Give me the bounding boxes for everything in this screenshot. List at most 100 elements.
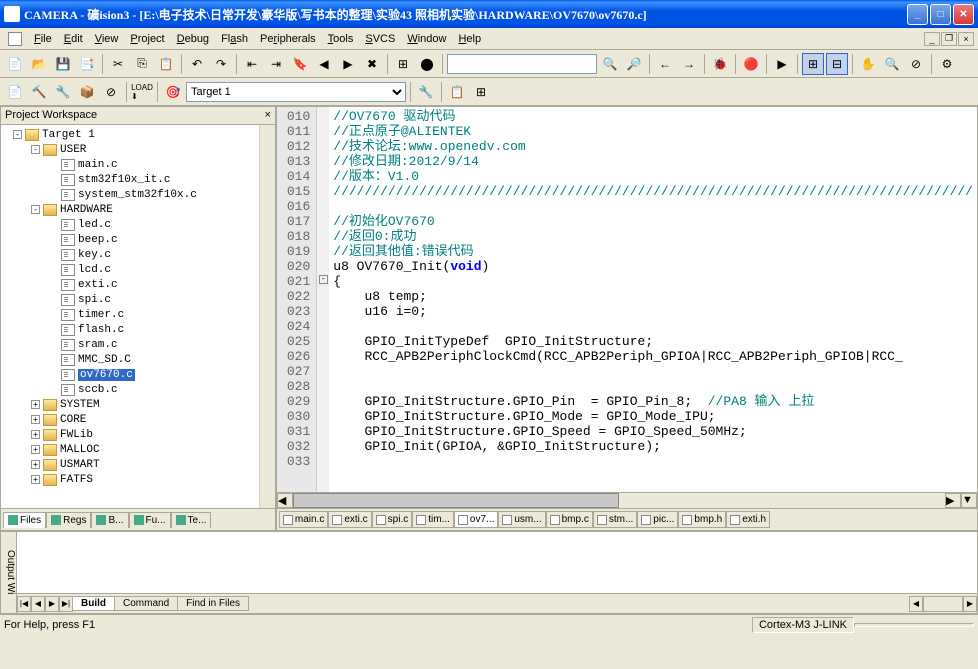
editor-tab-ov7---[interactable]: ov7... [454,511,498,528]
menu-peripherals[interactable]: Peripherals [254,31,322,47]
open-file-button[interactable]: 📂 [28,53,50,75]
indent-left-button[interactable]: ⇤ [241,53,263,75]
tree-item-system_stm32f10x-c[interactable]: system_stm32f10x.c [3,187,273,202]
tree-item-spi-c[interactable]: spi.c [3,292,273,307]
editor-tab-exti-c[interactable]: exti.c [328,511,371,528]
expand-icon[interactable]: + [31,415,40,424]
tree-item-ov7670-c[interactable]: ov7670.c [3,367,273,382]
breakpoint-button[interactable]: ⬤ [416,53,438,75]
editor-tab-spi-c[interactable]: spi.c [372,511,413,528]
debug-button[interactable]: 🐞 [709,53,731,75]
redo-button[interactable]: ↷ [210,53,232,75]
project-tree[interactable]: -Target 1-USERmain.cstm32f10x_it.csystem… [1,125,275,508]
app-menu-icon[interactable] [8,32,22,46]
options-button[interactable]: 🔧 [415,81,437,103]
expand-icon[interactable]: + [31,475,40,484]
menu-svcs[interactable]: SVCS [359,31,401,47]
nav-forward-button[interactable]: → [678,53,700,75]
output-tab-prev-button[interactable]: ◀ [31,596,45,612]
editor-tab-exti-h[interactable]: exti.h [726,511,770,528]
file-ext-button[interactable]: 📋 [446,81,468,103]
tree-vscrollbar[interactable] [259,125,275,508]
output-tab-first-button[interactable]: |◀ [17,596,31,612]
tree-item-FWLib[interactable]: +FWLib [3,427,273,442]
build-button[interactable]: 🔨 [28,81,50,103]
bookmark-prev-button[interactable]: ◀ [313,53,335,75]
bookmark-next-button[interactable]: ▶ [337,53,359,75]
tree-item-FATFS[interactable]: +FATFS [3,472,273,487]
scroll-right-button[interactable]: ▶ [945,493,961,508]
expand-icon[interactable]: - [31,205,40,214]
tree-item-lcd-c[interactable]: lcd.c [3,262,273,277]
output-scroll-left-button[interactable]: ◀ [909,596,923,612]
save-all-button[interactable]: 📑 [76,53,98,75]
new-file-button[interactable]: 📄 [4,53,26,75]
indent-right-button[interactable]: ⇥ [265,53,287,75]
close-button[interactable]: ✕ [953,4,974,25]
workspace-tab-regs[interactable]: Regs [46,512,91,528]
editor-tab-bmp-h[interactable]: bmp.h [678,511,726,528]
undo-button[interactable]: ↶ [186,53,208,75]
workspace-close-button[interactable]: × [264,109,270,122]
expand-icon[interactable]: - [31,145,40,154]
config-button[interactable]: ⚙ [936,53,958,75]
fold-icon[interactable]: - [319,275,328,284]
tree-item-main-c[interactable]: main.c [3,157,273,172]
tree-item-CORE[interactable]: +CORE [3,412,273,427]
tree-item-beep-c[interactable]: beep.c [3,232,273,247]
tree-item-key-c[interactable]: key.c [3,247,273,262]
output-tab-next-button[interactable]: ▶ [45,596,59,612]
stop-button[interactable]: ⊘ [905,53,927,75]
cut-button[interactable]: ✂ [107,53,129,75]
find-button[interactable]: 🔍 [599,53,621,75]
minimize-button[interactable]: _ [907,4,928,25]
tree-item-flash-c[interactable]: flash.c [3,322,273,337]
output-tab-build[interactable]: Build [72,596,115,611]
target-options-button[interactable]: 🎯 [162,81,184,103]
fold-gutter[interactable]: - [317,107,329,492]
menu-flash[interactable]: Flash [215,31,254,47]
target-select[interactable]: Target 1 [186,82,406,102]
rebuild-button[interactable]: 🔧 [52,81,74,103]
editor-tab-bmp-c[interactable]: bmp.c [546,511,593,528]
editor-tab-usm---[interactable]: usm... [498,511,545,528]
download-button[interactable]: LOAD⬇ [131,81,153,103]
expand-icon[interactable]: + [31,445,40,454]
output-scroll-right-button[interactable]: ▶ [963,596,977,612]
expand-icon[interactable]: + [31,430,40,439]
tree-item-sram-c[interactable]: sram.c [3,337,273,352]
output-content[interactable] [17,532,977,593]
hand-button[interactable]: ✋ [857,53,879,75]
output-tab-find-in-files[interactable]: Find in Files [177,596,249,611]
tree-item-USMART[interactable]: +USMART [3,457,273,472]
save-button[interactable]: 💾 [52,53,74,75]
toggle-button[interactable]: ⊞ [392,53,414,75]
scroll-left-button[interactable]: ◀ [277,493,293,508]
window-tile-button[interactable]: ⊞ [802,53,824,75]
menu-window[interactable]: Window [401,31,452,47]
find-combo[interactable] [447,54,597,74]
workspace-tab-files[interactable]: Files [3,512,46,528]
mdi-restore-button[interactable]: ❐ [941,32,957,46]
menu-file[interactable]: FFileile [28,31,58,47]
paste-button[interactable]: 📋 [155,53,177,75]
editor-tab-pic---[interactable]: pic... [637,511,678,528]
manage-button[interactable]: ⊞ [470,81,492,103]
window-cascade-button[interactable]: ⊟ [826,53,848,75]
nav-back-button[interactable]: ← [654,53,676,75]
expand-icon[interactable]: + [31,460,40,469]
output-tab-command[interactable]: Command [114,596,178,611]
vscroll-down-button[interactable]: ▼ [961,493,977,508]
build-all-button[interactable]: 📦 [76,81,98,103]
tree-item-SYSTEM[interactable]: +SYSTEM [3,397,273,412]
maximize-button[interactable]: □ [930,4,951,25]
editor-tab-main-c[interactable]: main.c [279,511,328,528]
tree-item-MMC_SD-C[interactable]: MMC_SD.C [3,352,273,367]
tree-item-exti-c[interactable]: exti.c [3,277,273,292]
tree-item-USER[interactable]: -USER [3,142,273,157]
menu-tools[interactable]: Tools [322,31,360,47]
tree-item-stm32f10x_it-c[interactable]: stm32f10x_it.c [3,172,273,187]
tree-item-timer-c[interactable]: timer.c [3,307,273,322]
workspace-tab-fu[interactable]: Fu... [129,512,171,528]
editor-tab-stm---[interactable]: stm... [593,511,637,528]
